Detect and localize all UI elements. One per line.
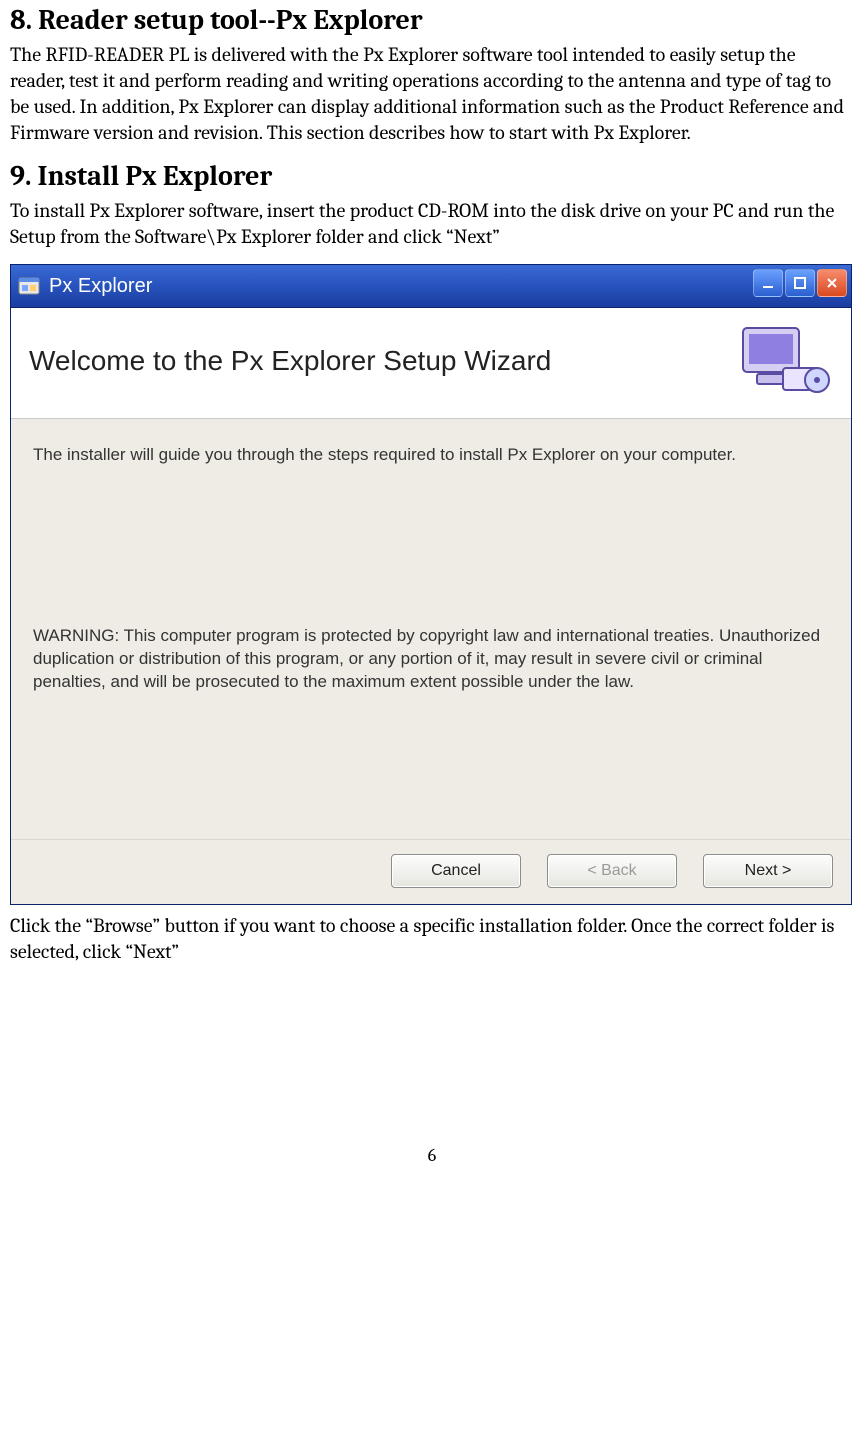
back-button: < Back: [547, 854, 677, 888]
wizard-warning-text: WARNING: This computer program is protec…: [33, 625, 829, 694]
page-number: 6: [10, 1145, 854, 1166]
maximize-button[interactable]: [785, 269, 815, 297]
titlebar[interactable]: Px Explorer: [11, 265, 851, 308]
next-button[interactable]: Next >: [703, 854, 833, 888]
wizard-intro-text: The installer will guide you through the…: [33, 445, 829, 465]
wizard-banner-art-icon: [737, 322, 833, 400]
section-9-heading: 9. Install Px Explorer: [10, 160, 854, 192]
wizard-body: The installer will guide you through the…: [11, 419, 851, 839]
section-8-heading: 8. Reader setup tool--Px Explorer: [10, 4, 854, 36]
wizard-banner: Welcome to the Px Explorer Setup Wizard: [11, 308, 851, 419]
wizard-button-row: Cancel < Back Next >: [11, 839, 851, 904]
after-image-text: Click the “Browse” button if you want to…: [10, 913, 854, 965]
close-button[interactable]: [817, 269, 847, 297]
wizard-banner-title: Welcome to the Px Explorer Setup Wizard: [29, 345, 551, 377]
minimize-button[interactable]: [753, 269, 783, 297]
title-controls: [753, 269, 847, 297]
section-9-body: To install Px Explorer software, insert …: [10, 198, 854, 250]
cancel-button[interactable]: Cancel: [391, 854, 521, 888]
document-page: 8. Reader setup tool--Px Explorer The RF…: [0, 4, 864, 1206]
installer-window: Px Explorer Welcome to the Px Explorer S…: [10, 264, 852, 905]
installer-app-icon: [17, 274, 41, 298]
section-8-body: The RFID-READER PL is delivered with the…: [10, 42, 854, 146]
titlebar-title: Px Explorer: [49, 275, 152, 298]
